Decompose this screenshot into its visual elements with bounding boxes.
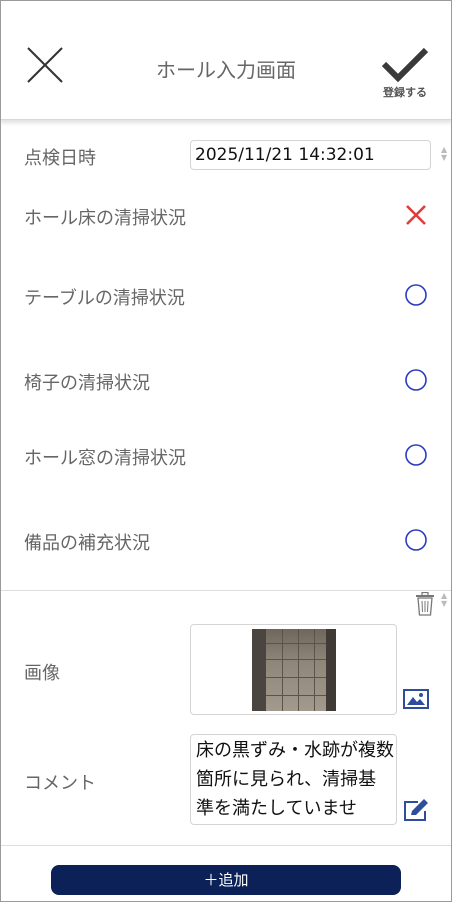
circle-icon[interactable] [404, 283, 428, 307]
item-label-supplies: 備品の補充状況 [24, 533, 150, 554]
delete-button[interactable] [414, 591, 436, 616]
circle-icon[interactable] [404, 443, 428, 467]
floor-photo [252, 629, 336, 711]
item-label-chair: 椅子の清掃状況 [24, 373, 150, 394]
comment-label: コメント [24, 773, 96, 794]
register-label: 登録する [383, 86, 427, 99]
edit-icon [404, 799, 428, 821]
image-label: 画像 [24, 663, 60, 684]
comment-field[interactable]: 床の黒ずみ・水跡が複数箇所に見られ、清掃基準を満たしていませ [190, 734, 397, 825]
datetime-spinner[interactable]: ▲ ▼ [441, 146, 447, 162]
add-button[interactable]: ＋追加 [51, 865, 401, 895]
image-picker-button[interactable] [403, 688, 429, 710]
circle-icon[interactable] [404, 368, 428, 392]
image-icon [403, 689, 429, 709]
section-divider [0, 590, 452, 591]
datetime-field[interactable]: 2025/11/21 14:32:01 [190, 140, 431, 170]
datetime-label: 点検日時 [24, 148, 96, 169]
item-label-hall-floor: ホール床の清掃状況 [24, 208, 186, 229]
register-button[interactable]: 登録する [372, 44, 438, 110]
trash-icon [416, 591, 434, 616]
entry-spinner[interactable]: ▲ ▼ [441, 592, 447, 608]
footer-divider [0, 845, 452, 846]
header-bar: ホール入力画面 登録する [0, 0, 452, 120]
circle-icon[interactable] [404, 528, 428, 552]
edit-comment-button[interactable] [403, 798, 431, 822]
item-label-hall-window: ホール窓の清掃状況 [24, 448, 186, 469]
image-preview-box[interactable] [190, 624, 397, 715]
item-label-table: テーブルの清掃状況 [24, 288, 185, 309]
cross-icon[interactable] [404, 203, 428, 227]
checkmark-icon [381, 47, 429, 83]
